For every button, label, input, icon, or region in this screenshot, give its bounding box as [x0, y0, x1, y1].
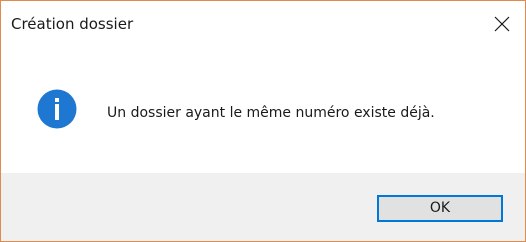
close-button[interactable]: [479, 1, 525, 45]
message-dialog: Création dossier Un dossier ayant le mêm…: [0, 0, 526, 242]
title-bar: Création dossier: [1, 1, 525, 45]
dialog-footer: OK: [1, 173, 525, 241]
info-icon: [37, 89, 77, 129]
window-title: Création dossier: [11, 15, 134, 33]
dialog-message: Un dossier ayant le même numéro existe d…: [107, 105, 435, 121]
dialog-content: Un dossier ayant le même numéro existe d…: [1, 45, 525, 173]
close-icon: [494, 16, 510, 32]
ok-button[interactable]: OK: [377, 195, 503, 222]
